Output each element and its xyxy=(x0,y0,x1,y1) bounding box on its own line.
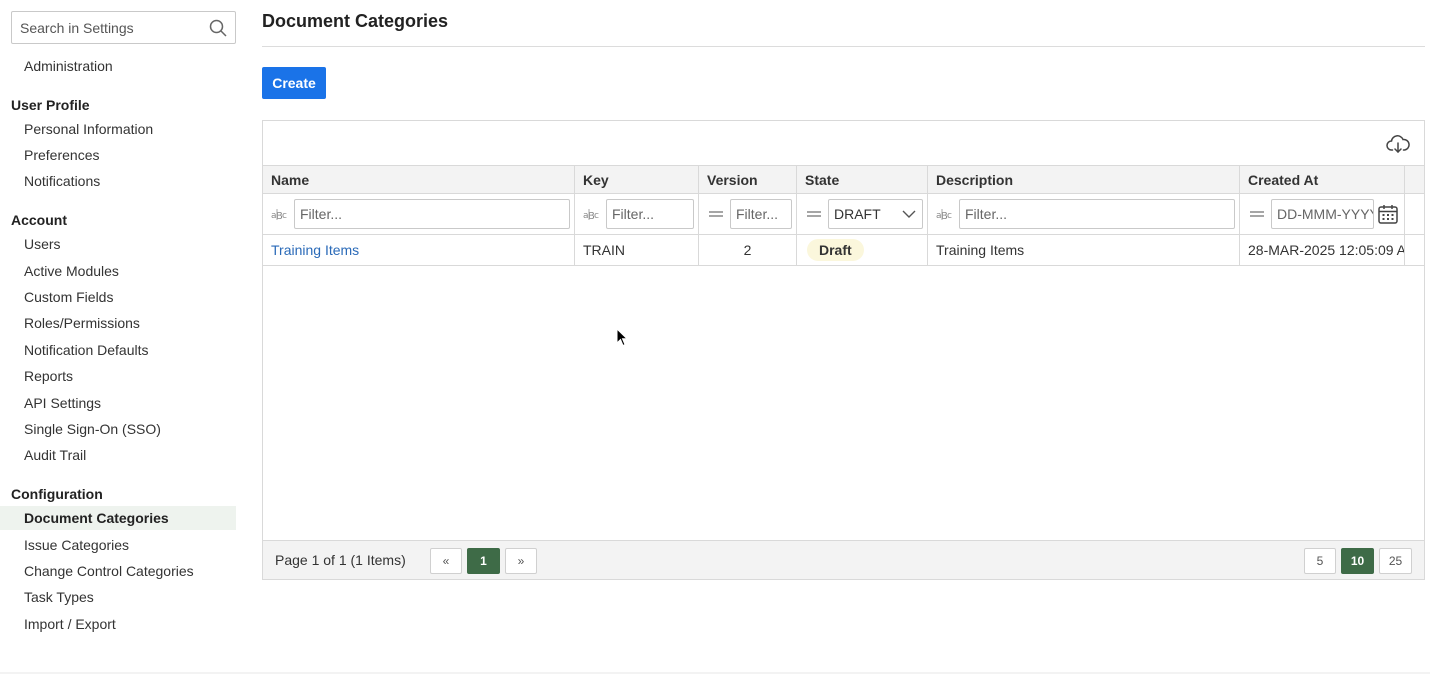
pager-prev-button[interactable]: « xyxy=(430,548,462,574)
column-header-name[interactable]: Name xyxy=(263,166,575,193)
column-header-version[interactable]: Version xyxy=(699,166,797,193)
grid-toolbar xyxy=(263,121,1424,166)
filter-cell-name: a B c xyxy=(263,194,575,234)
svg-text:c: c xyxy=(282,211,287,221)
filter-cell-description: a B c xyxy=(928,194,1240,234)
equals-filter-icon[interactable] xyxy=(707,206,725,222)
grid-pager: Page 1 of 1 (1 Items) « 1 » 5 10 25 xyxy=(263,540,1424,579)
column-header-state[interactable]: State xyxy=(797,166,928,193)
sidebar-item-notifications[interactable]: Notifications xyxy=(24,172,100,190)
pager-next-button[interactable]: » xyxy=(505,548,537,574)
sidebar-item-audit-trail[interactable]: Audit Trail xyxy=(24,446,86,464)
sidebar-item-sso[interactable]: Single Sign-On (SSO) xyxy=(24,420,161,438)
cloud-download-icon[interactable] xyxy=(1386,133,1410,155)
sidebar-item-issue-categories[interactable]: Issue Categories xyxy=(24,536,129,554)
sidebar-item-reports[interactable]: Reports xyxy=(24,367,73,385)
chevron-down-icon xyxy=(902,210,916,218)
sidebar-section-configuration: Configuration xyxy=(11,486,103,502)
sidebar-item-administration[interactable]: Administration xyxy=(24,57,113,75)
page-size-25-button[interactable]: 25 xyxy=(1379,548,1412,574)
sidebar-section-user-profile: User Profile xyxy=(11,97,90,113)
sidebar-item-users[interactable]: Users xyxy=(24,235,61,253)
create-button[interactable]: Create xyxy=(262,67,326,99)
text-filter-icon[interactable]: a B c xyxy=(583,206,601,222)
sidebar-item-personal-information[interactable]: Personal Information xyxy=(24,120,153,138)
calendar-icon[interactable] xyxy=(1377,203,1399,225)
category-name-link[interactable]: Training Items xyxy=(271,242,359,258)
column-header-description[interactable]: Description xyxy=(928,166,1240,193)
settings-search-input[interactable] xyxy=(12,12,202,43)
sidebar-item-api-settings[interactable]: API Settings xyxy=(24,394,101,412)
column-header-created-at[interactable]: Created At xyxy=(1240,166,1405,193)
description-filter-input[interactable] xyxy=(959,199,1235,229)
filter-cell-created-at xyxy=(1240,194,1405,234)
page-size-5-button[interactable]: 5 xyxy=(1304,548,1336,574)
grid-header-row: Name Key Version State Description Creat… xyxy=(263,166,1424,194)
sidebar-section-account: Account xyxy=(11,212,67,228)
sidebar-item-notification-defaults[interactable]: Notification Defaults xyxy=(24,341,149,359)
svg-text:c: c xyxy=(947,211,952,221)
cell-key: TRAIN xyxy=(575,235,699,265)
sidebar-item-custom-fields[interactable]: Custom Fields xyxy=(24,288,113,306)
sidebar-item-change-control-categories[interactable]: Change Control Categories xyxy=(24,562,194,580)
page-title: Document Categories xyxy=(262,11,449,31)
sidebar-item-task-types[interactable]: Task Types xyxy=(24,588,94,606)
name-filter-input[interactable] xyxy=(294,199,570,229)
created-at-filter-input[interactable] xyxy=(1271,199,1374,229)
cell-description: Training Items xyxy=(928,235,1240,265)
state-filter-value: DRAFT xyxy=(834,206,881,222)
state-filter-select[interactable]: DRAFT xyxy=(828,199,923,229)
filter-cell-state: DRAFT xyxy=(797,194,928,234)
page-size-10-button[interactable]: 10 xyxy=(1341,548,1374,574)
settings-sidebar: Administration User Profile Personal Inf… xyxy=(0,0,240,674)
equals-filter-icon[interactable] xyxy=(805,206,823,222)
sidebar-item-preferences[interactable]: Preferences xyxy=(24,146,99,164)
version-filter-input[interactable] xyxy=(730,199,792,229)
sidebar-item-active-modules[interactable]: Active Modules xyxy=(24,262,119,280)
sidebar-item-roles-permissions[interactable]: Roles/Permissions xyxy=(24,314,140,332)
mouse-pointer-icon xyxy=(616,328,628,347)
cell-created-at: 28-MAR-2025 12:05:09 AM xyxy=(1240,235,1405,265)
cell-version: 2 xyxy=(699,235,797,265)
settings-search xyxy=(11,11,236,44)
table-row[interactable]: Training Items TRAIN 2 Draft Training It… xyxy=(263,235,1424,266)
key-filter-input[interactable] xyxy=(606,199,694,229)
text-filter-icon[interactable]: a B c xyxy=(271,206,289,222)
filter-cell-key: a B c xyxy=(575,194,699,234)
search-icon[interactable] xyxy=(208,18,228,38)
sidebar-item-document-categories[interactable]: Document Categories xyxy=(0,506,236,530)
column-header-key[interactable]: Key xyxy=(575,166,699,193)
status-badge: Draft xyxy=(807,239,864,261)
cell-name: Training Items xyxy=(263,235,575,265)
filter-cell-version xyxy=(699,194,797,234)
pager-info: Page 1 of 1 (1 Items) xyxy=(275,552,406,568)
text-filter-icon[interactable]: a B c xyxy=(936,206,954,222)
svg-text:c: c xyxy=(594,211,599,221)
pager-page-1-button[interactable]: 1 xyxy=(467,548,500,574)
cell-state: Draft xyxy=(797,235,928,265)
title-divider xyxy=(262,46,1425,47)
categories-grid: Name Key Version State Description Creat… xyxy=(262,120,1425,580)
equals-filter-icon[interactable] xyxy=(1248,206,1266,222)
grid-filter-row: a B c a B c xyxy=(263,194,1424,235)
sidebar-item-import-export[interactable]: Import / Export xyxy=(24,615,116,633)
